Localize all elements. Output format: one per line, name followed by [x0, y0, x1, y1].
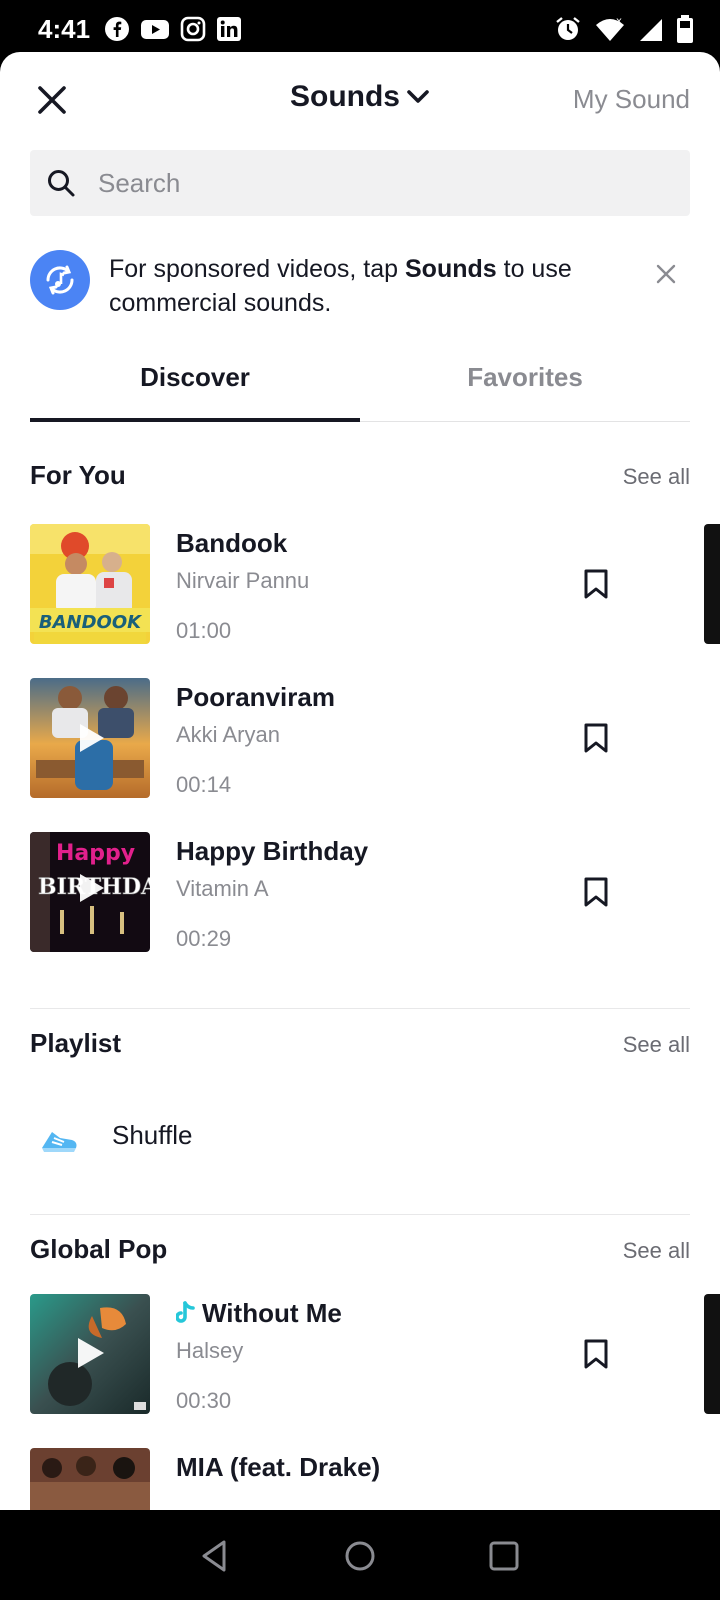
banner-text-part: For sponsored videos, tap: [109, 255, 405, 283]
track-duration: 00:30: [176, 1388, 232, 1413]
recents-icon[interactable]: [484, 1536, 524, 1576]
system-nav-bar: [0, 1510, 720, 1600]
status-system-icons: x: [554, 14, 694, 44]
facebook-icon: [105, 17, 129, 41]
track-title: MIA (feat. Drake): [176, 1452, 381, 1482]
status-app-icons: [104, 16, 242, 42]
next-page-preview[interactable]: [704, 1294, 720, 1414]
track-cover[interactable]: BANDOOK: [30, 524, 150, 644]
tab-bar: Discover Favorites: [30, 354, 690, 422]
playlist-item-shuffle[interactable]: Shuffle: [30, 1112, 690, 1162]
section-header-playlist: Playlist See all: [30, 1028, 690, 1068]
battery-icon: [677, 15, 693, 43]
search-input[interactable]: [98, 167, 658, 199]
playlist-item-label: Shuffle: [112, 1120, 193, 1150]
track-title: Happy Birthday: [176, 836, 369, 866]
tiktok-sound-icon: [176, 1301, 195, 1323]
track-row[interactable]: HappyBIRTHDAY Happy Birthday Vitamin A 0…: [30, 832, 690, 952]
search-icon: [48, 170, 75, 197]
track-cover[interactable]: HappyBIRTHDAY: [30, 832, 150, 952]
wifi-icon: x: [596, 16, 624, 41]
status-time: 4:41: [38, 14, 91, 44]
track-artist: Halsey: [176, 1338, 244, 1363]
page-title: Sounds: [290, 80, 400, 113]
track-artist: Akki Aryan: [176, 722, 280, 747]
see-all-button[interactable]: See all: [623, 464, 690, 490]
divider: [30, 1214, 690, 1215]
track-row[interactable]: Without Me Halsey 00:30: [30, 1294, 690, 1414]
linkedin-icon: [217, 17, 241, 41]
track-cover[interactable]: [30, 678, 150, 798]
sounds-sheet: Sounds My Sound For sponsored videos, ta…: [0, 52, 720, 1510]
active-tab-indicator: [30, 418, 360, 422]
home-icon[interactable]: [340, 1536, 380, 1576]
bookmark-icon[interactable]: [582, 876, 610, 908]
svg-text:x: x: [616, 16, 622, 27]
section-title: Global Pop: [30, 1234, 168, 1264]
next-page-preview[interactable]: [704, 524, 720, 644]
track-title-text: Without Me: [202, 1298, 342, 1328]
chevron-down-icon: [407, 90, 429, 103]
svg-text:Happy: Happy: [56, 841, 135, 866]
see-all-button[interactable]: See all: [623, 1238, 690, 1264]
banner-close-icon[interactable]: [654, 262, 678, 286]
instagram-icon: [180, 16, 206, 42]
track-title: Bandook: [176, 528, 288, 558]
section-header-global-pop: Global Pop See all: [30, 1234, 690, 1274]
track-cover[interactable]: [30, 1448, 150, 1510]
header: Sounds My Sound: [0, 52, 720, 152]
tab-discover[interactable]: Discover: [30, 362, 360, 393]
banner-text-bold: Sounds: [405, 255, 497, 283]
section-title: For You: [30, 460, 126, 490]
tab-favorites[interactable]: Favorites: [360, 362, 690, 393]
bookmark-icon[interactable]: [582, 568, 610, 600]
status-bar: 4:41 x: [0, 0, 720, 58]
track-title: Pooranviram: [176, 682, 335, 712]
search-bar[interactable]: [30, 150, 690, 216]
bookmark-icon[interactable]: [582, 1338, 610, 1370]
bookmark-icon[interactable]: [582, 722, 610, 754]
track-row[interactable]: Pooranviram Akki Aryan 00:14: [30, 678, 690, 798]
my-sound-link[interactable]: My Sound: [573, 84, 690, 115]
track-duration: 00:14: [176, 772, 232, 797]
track-duration: 00:29: [176, 926, 232, 951]
alarm-icon: [556, 17, 580, 40]
divider: [30, 1008, 690, 1009]
see-all-button[interactable]: See all: [623, 1032, 690, 1058]
track-cover[interactable]: [30, 1294, 150, 1414]
shuffle-sneaker-icon: [42, 1132, 77, 1152]
section-header-for-you: For You See all: [30, 460, 690, 500]
track-artist: Vitamin A: [176, 876, 269, 901]
banner-text: For sponsored videos, tap Sounds to use …: [109, 252, 629, 320]
commercial-music-icon: [30, 250, 90, 310]
track-row[interactable]: BANDOOK Bandook Nirvair Pannu 01:00: [30, 524, 690, 644]
track-row[interactable]: MIA (feat. Drake): [30, 1448, 690, 1510]
signal-icon: [640, 19, 662, 41]
track-artist: Nirvair Pannu: [176, 568, 310, 593]
back-icon[interactable]: [196, 1536, 236, 1576]
youtube-icon: [141, 20, 169, 39]
svg-text:BANDOOK: BANDOOK: [39, 612, 143, 633]
track-duration: 01:00: [176, 618, 232, 643]
section-title: Playlist: [30, 1028, 122, 1058]
commercial-sounds-banner: For sponsored videos, tap Sounds to use …: [30, 250, 690, 330]
track-title: Without Me: [176, 1298, 342, 1329]
